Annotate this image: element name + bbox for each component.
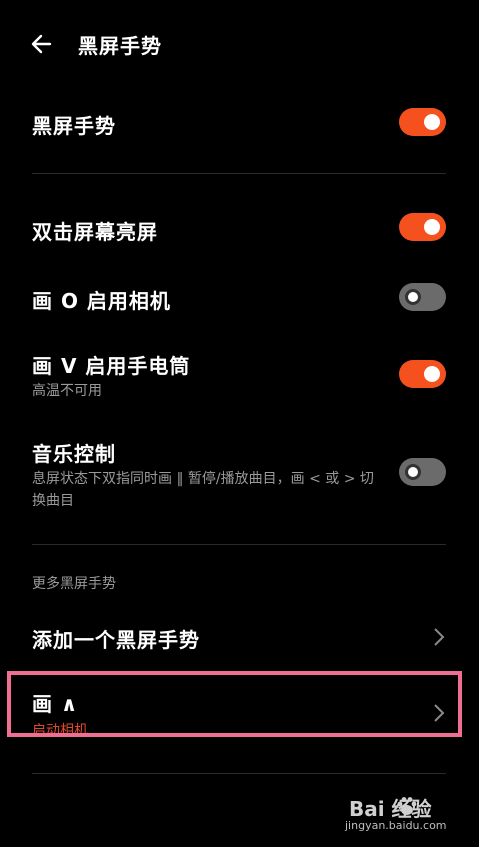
toggle-knob <box>424 219 440 235</box>
setting-label: 黑屏手势 <box>32 114 116 138</box>
setting-row-draw-v-flashlight[interactable]: 画 V 启用手电筒 高温不可用 <box>0 340 479 410</box>
watermark-site: jingyan.baidu.com <box>345 819 447 832</box>
setting-row-black-screen-gestures[interactable]: 黑屏手势 <box>0 96 479 150</box>
toggle-switch[interactable] <box>399 213 446 241</box>
setting-label: 画 O 启用相机 <box>32 289 171 313</box>
page-title: 黑屏手势 <box>78 34 162 58</box>
highlight-box <box>7 671 462 737</box>
chevron-right-icon <box>434 628 445 646</box>
setting-sublabel: 高温不可用 <box>32 383 102 399</box>
setting-row-draw-o-camera[interactable]: 画 O 启用相机 <box>0 270 479 326</box>
setting-row-double-tap-wake[interactable]: 双击屏幕亮屏 <box>0 200 479 256</box>
toggle-knob <box>405 464 421 480</box>
header: 黑屏手势 <box>0 0 479 88</box>
toggle-switch[interactable] <box>399 360 446 388</box>
setting-label: 音乐控制 <box>32 442 116 466</box>
setting-label: 双击屏幕亮屏 <box>32 220 158 244</box>
setting-sublabel: 息屏状态下双指同时画 ‖ 暂停/播放曲目，画 < 或 > 切换曲目 <box>32 471 374 509</box>
toggle-knob <box>424 366 440 382</box>
toggle-knob <box>424 114 440 130</box>
toggle-switch[interactable] <box>399 458 446 486</box>
toggle-switch[interactable] <box>399 108 446 136</box>
paw-icon <box>397 797 417 815</box>
toggle-knob <box>405 289 421 305</box>
divider <box>32 173 446 174</box>
setting-row-music-control[interactable]: 音乐控制 息屏状态下双指同时画 ‖ 暂停/播放曲目，画 < 或 > 切换曲目 <box>0 430 479 520</box>
setting-label: 画 V 启用手电筒 <box>32 354 191 378</box>
divider <box>32 544 446 545</box>
back-arrow-icon[interactable] <box>28 30 56 58</box>
watermark-logo-text: Bai 经验 <box>349 797 432 821</box>
add-gesture-item[interactable]: 添加一个黑屏手势 <box>0 610 479 662</box>
add-gesture-label: 添加一个黑屏手势 <box>32 628 200 652</box>
section-title-more-gestures: 更多黑屏手势 <box>32 576 116 592</box>
divider <box>32 773 446 774</box>
toggle-switch[interactable] <box>399 283 446 311</box>
baidu-jingyan-watermark: Bai 经验 jingyan.baidu.com <box>345 793 465 835</box>
